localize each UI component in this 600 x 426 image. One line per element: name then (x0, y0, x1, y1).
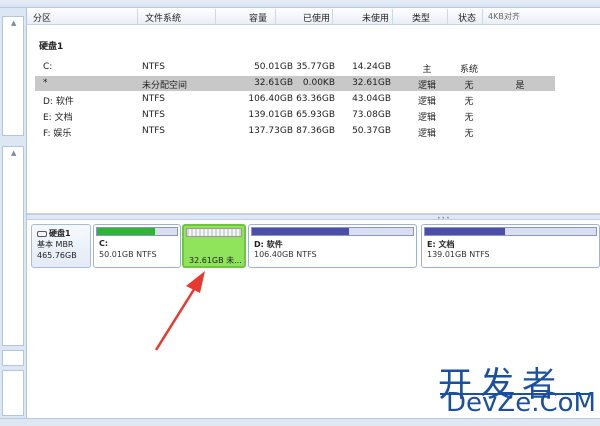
status-bar (0, 418, 600, 426)
arrow-head (186, 271, 205, 293)
watermark-en: DevZe.CoM (446, 388, 596, 418)
arrow-shaft (154, 282, 200, 351)
